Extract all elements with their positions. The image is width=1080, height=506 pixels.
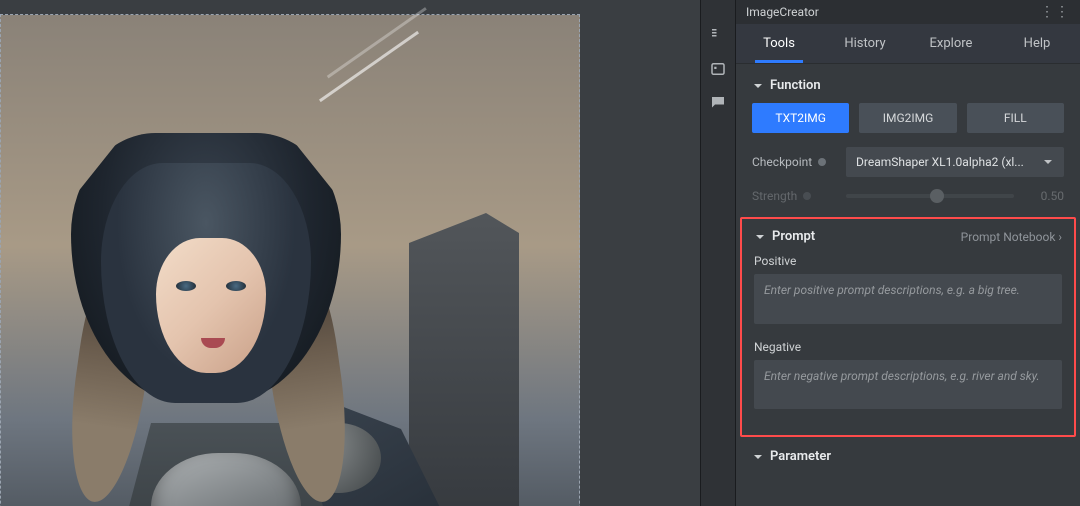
section-prompt: Prompt Prompt Notebook › Positive Negati… (754, 229, 1062, 425)
canvas-image[interactable] (0, 14, 580, 506)
chevron-down-icon (752, 80, 764, 92)
checkpoint-label: Checkpoint (752, 155, 836, 169)
tab-tools[interactable]: Tools (736, 24, 822, 63)
parameter-heading: Parameter (770, 449, 831, 464)
checkpoint-select[interactable]: DreamShaper XL1.0alpha2 (xl... (846, 147, 1064, 177)
dot-icon (818, 158, 826, 166)
function-header[interactable]: Function (752, 78, 1064, 93)
panel-title: ImageCreator (746, 5, 819, 19)
tab-explore[interactable]: Explore (908, 24, 994, 63)
section-parameter: Parameter (752, 449, 1064, 464)
tab-label: History (844, 36, 885, 51)
prompt-highlight: Prompt Prompt Notebook › Positive Negati… (740, 217, 1076, 437)
mode-label: IMG2IMG (883, 111, 934, 125)
prompt-notebook-link[interactable]: Prompt Notebook › (961, 230, 1062, 244)
chat-icon[interactable] (709, 94, 727, 112)
tab-label: Help (1024, 36, 1051, 51)
function-heading: Function (770, 78, 821, 93)
bg-building (409, 213, 519, 506)
chevron-down-icon (752, 451, 764, 463)
side-panel: ImageCreator ⋮⋮ Tools History Explore He… (736, 0, 1080, 506)
mode-label: TXT2IMG (775, 111, 826, 125)
layers-icon[interactable] (709, 26, 727, 44)
parameter-header[interactable]: Parameter (752, 449, 1064, 464)
strength-value: 0.50 (1024, 189, 1064, 203)
chevron-down-icon (1042, 156, 1054, 168)
tabs: Tools History Explore Help (736, 24, 1080, 64)
checkpoint-value: DreamShaper XL1.0alpha2 (xl... (856, 155, 1024, 169)
negative-prompt-input[interactable] (754, 360, 1062, 410)
mode-img2img[interactable]: IMG2IMG (859, 103, 956, 133)
tab-label: Explore (930, 36, 973, 51)
tab-history[interactable]: History (822, 24, 908, 63)
positive-prompt-input[interactable] (754, 274, 1062, 324)
canvas-area[interactable] (0, 0, 700, 506)
tab-help[interactable]: Help (994, 24, 1080, 63)
mode-fill[interactable]: FILL (967, 103, 1064, 133)
prompt-heading: Prompt (772, 229, 815, 244)
strength-slider[interactable] (846, 194, 1014, 198)
positive-label: Positive (754, 254, 1062, 268)
negative-label: Negative (754, 340, 1062, 354)
dot-icon (803, 192, 811, 200)
section-function: Function TXT2IMG IMG2IMG FILL Checkpoint… (752, 78, 1064, 203)
chevron-down-icon (754, 231, 766, 243)
mode-txt2img[interactable]: TXT2IMG (752, 103, 849, 133)
mode-row: TXT2IMG IMG2IMG FILL (752, 103, 1064, 133)
checkpoint-row: Checkpoint DreamShaper XL1.0alpha2 (xl..… (752, 147, 1064, 177)
calendar-icon[interactable] (709, 60, 727, 78)
panel-titlebar: ImageCreator ⋮⋮ (736, 0, 1080, 24)
mode-label: FILL (1004, 111, 1027, 125)
tab-label: Tools (763, 36, 795, 51)
more-icon[interactable]: ⋮⋮ (1040, 4, 1070, 20)
strength-row: Strength 0.50 (752, 189, 1064, 203)
tool-ribbon (700, 0, 736, 506)
prompt-header[interactable]: Prompt Prompt Notebook › (754, 229, 1062, 244)
figure (31, 133, 411, 506)
strength-label: Strength (752, 189, 836, 203)
